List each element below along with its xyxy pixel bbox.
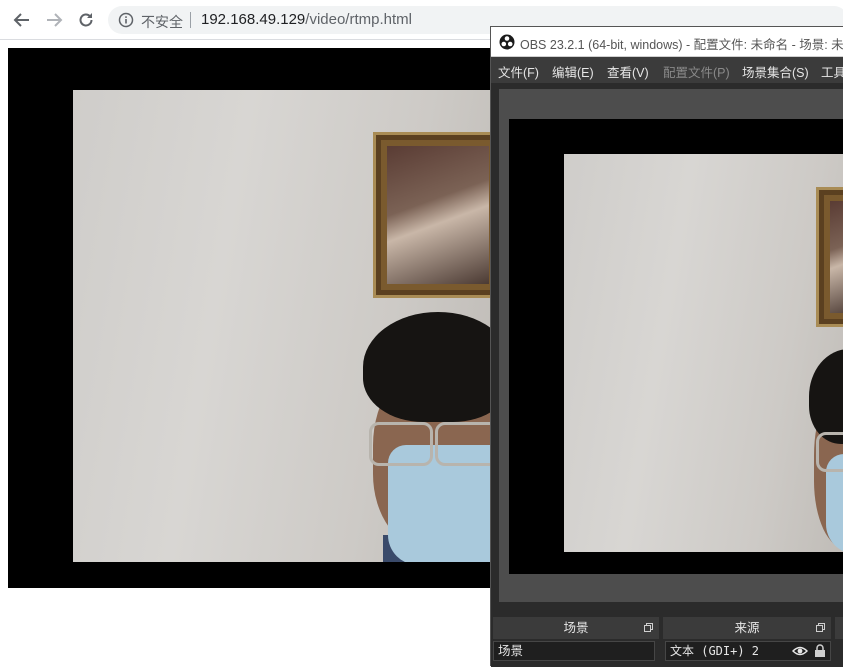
eyeglasses	[816, 432, 843, 472]
arrow-right-icon	[47, 13, 63, 27]
forward-button[interactable]	[42, 8, 66, 32]
url-host: 192.168.49.129	[201, 11, 306, 28]
sources-dock-title: 来源	[734, 621, 760, 635]
obs-title-bar[interactable]: OBS 23.2.1 (64-bit, windows) - 配置文件: 未命名…	[491, 27, 843, 57]
security-label[interactable]: 不安全	[141, 12, 183, 32]
obs-dock-area: 场景 来源 场景 文本 (GDI+) 2	[491, 613, 843, 667]
back-button[interactable]	[10, 8, 34, 32]
scene-item-label: 场景	[498, 644, 524, 658]
eyeglasses-right	[435, 422, 493, 466]
arrow-left-icon	[13, 13, 29, 27]
obs-window[interactable]: OBS 23.2.1 (64-bit, windows) - 配置文件: 未命名…	[490, 26, 843, 667]
source-item-label: 文本 (GDI+) 2	[670, 644, 760, 658]
menu-profile[interactable]: 配置文件(P)	[663, 62, 730, 81]
menu-scene-collection[interactable]: 场景集合(S)	[742, 62, 809, 81]
url-path: /video/rtmp.html	[305, 11, 412, 28]
person-hair	[363, 312, 493, 422]
obs-preview-canvas[interactable]	[509, 119, 843, 574]
menu-tools[interactable]: 工具	[821, 62, 843, 81]
webcam-video-frame	[73, 90, 493, 562]
lock-icon[interactable]	[814, 644, 826, 658]
eyeglasses	[369, 422, 433, 466]
menu-file[interactable]: 文件(F)	[498, 62, 539, 81]
wall-picture-frame	[816, 187, 843, 327]
info-icon[interactable]	[118, 12, 134, 28]
obs-logo-icon	[499, 34, 515, 50]
wall-picture-frame	[373, 132, 493, 298]
divider	[190, 12, 191, 28]
reload-icon	[79, 13, 93, 27]
next-dock-header[interactable]	[835, 617, 843, 639]
sources-dock-header[interactable]: 来源	[663, 617, 831, 639]
menu-edit[interactable]: 编辑(E)	[552, 62, 594, 81]
person-hair	[809, 349, 843, 444]
picture-art	[830, 201, 843, 313]
scene-list-item[interactable]: 场景	[493, 641, 655, 661]
reload-button[interactable]	[74, 8, 98, 32]
obs-menu-bar: 文件(F) 编辑(E) 查看(V) 配置文件(P) 场景集合(S) 工具	[491, 57, 843, 83]
source-list-item[interactable]: 文本 (GDI+) 2	[665, 641, 831, 661]
scenes-dock-title: 场景	[563, 621, 589, 635]
obs-window-title: OBS 23.2.1 (64-bit, windows) - 配置文件: 未命名…	[520, 38, 843, 52]
url-text[interactable]: 192.168.49.129/video/rtmp.html	[201, 11, 412, 28]
picture-art	[387, 146, 489, 284]
rtmp-video-player[interactable]	[8, 48, 493, 588]
obs-webcam-source	[564, 154, 843, 552]
scenes-dock-header[interactable]: 场景	[493, 617, 659, 639]
float-dock-icon[interactable]	[644, 623, 653, 632]
menu-view[interactable]: 查看(V)	[607, 62, 649, 81]
float-dock-icon[interactable]	[816, 623, 825, 632]
eye-icon[interactable]	[792, 645, 808, 657]
